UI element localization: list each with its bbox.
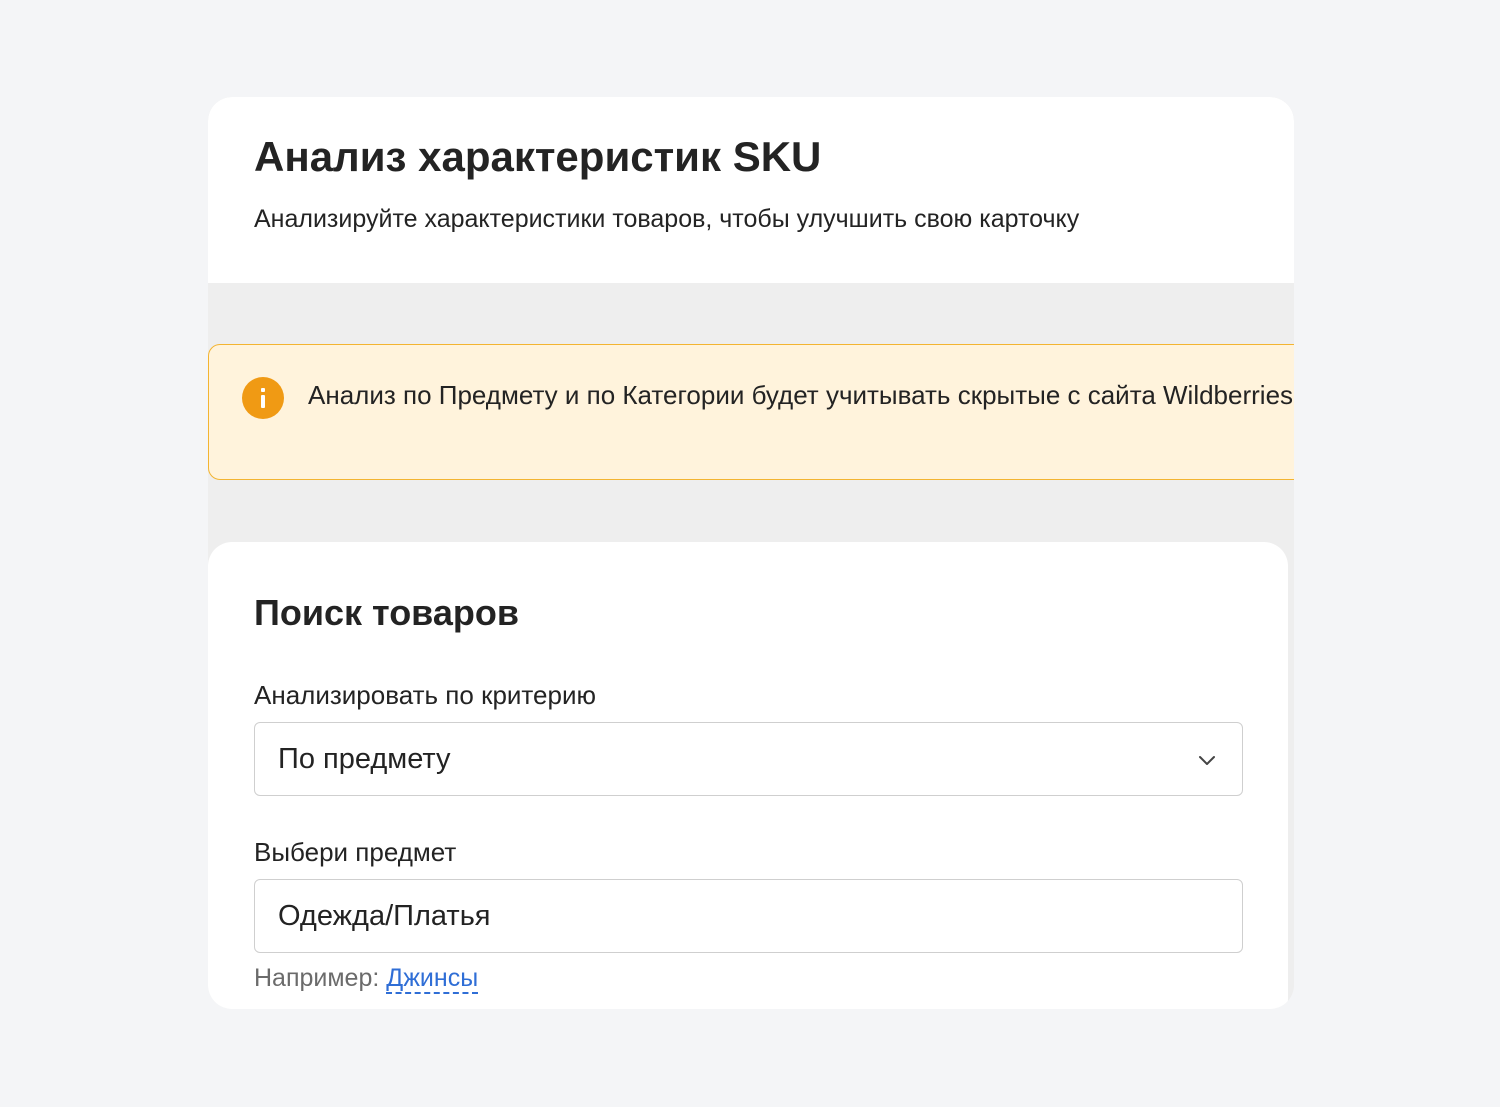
hint-prefix: Например: (254, 964, 387, 992)
header-card: Анализ характеристик SKU Анализируйте ха… (208, 97, 1294, 283)
info-notice: Анализ по Предмету и по Категории будет … (208, 344, 1294, 480)
criteria-select-value: По предмету (278, 743, 451, 775)
search-card: Поиск товаров Анализировать по критерию … (208, 542, 1288, 1009)
section-title: Поиск товаров (254, 592, 519, 633)
chevron-down-icon (1196, 749, 1218, 771)
content-viewport: Анализ характеристик SKU Анализируйте ха… (208, 97, 1294, 1009)
example-hint: Например: Джинсы (254, 962, 479, 994)
page-title: Анализ характеристик SKU (254, 133, 822, 180)
notice-text: Анализ по Предмету и по Категории будет … (308, 380, 1294, 410)
page-subtitle: Анализируйте характеристики товаров, что… (254, 205, 1080, 233)
info-icon (242, 377, 284, 419)
example-link[interactable]: Джинсы (386, 964, 479, 994)
subject-input[interactable] (254, 879, 1243, 953)
subject-label: Выбери предмет (254, 837, 457, 867)
page: { "header": { "title": "Анализ характери… (0, 0, 1500, 1107)
criteria-label: Анализировать по критерию (254, 680, 596, 710)
criteria-select[interactable]: По предмету (254, 722, 1243, 796)
